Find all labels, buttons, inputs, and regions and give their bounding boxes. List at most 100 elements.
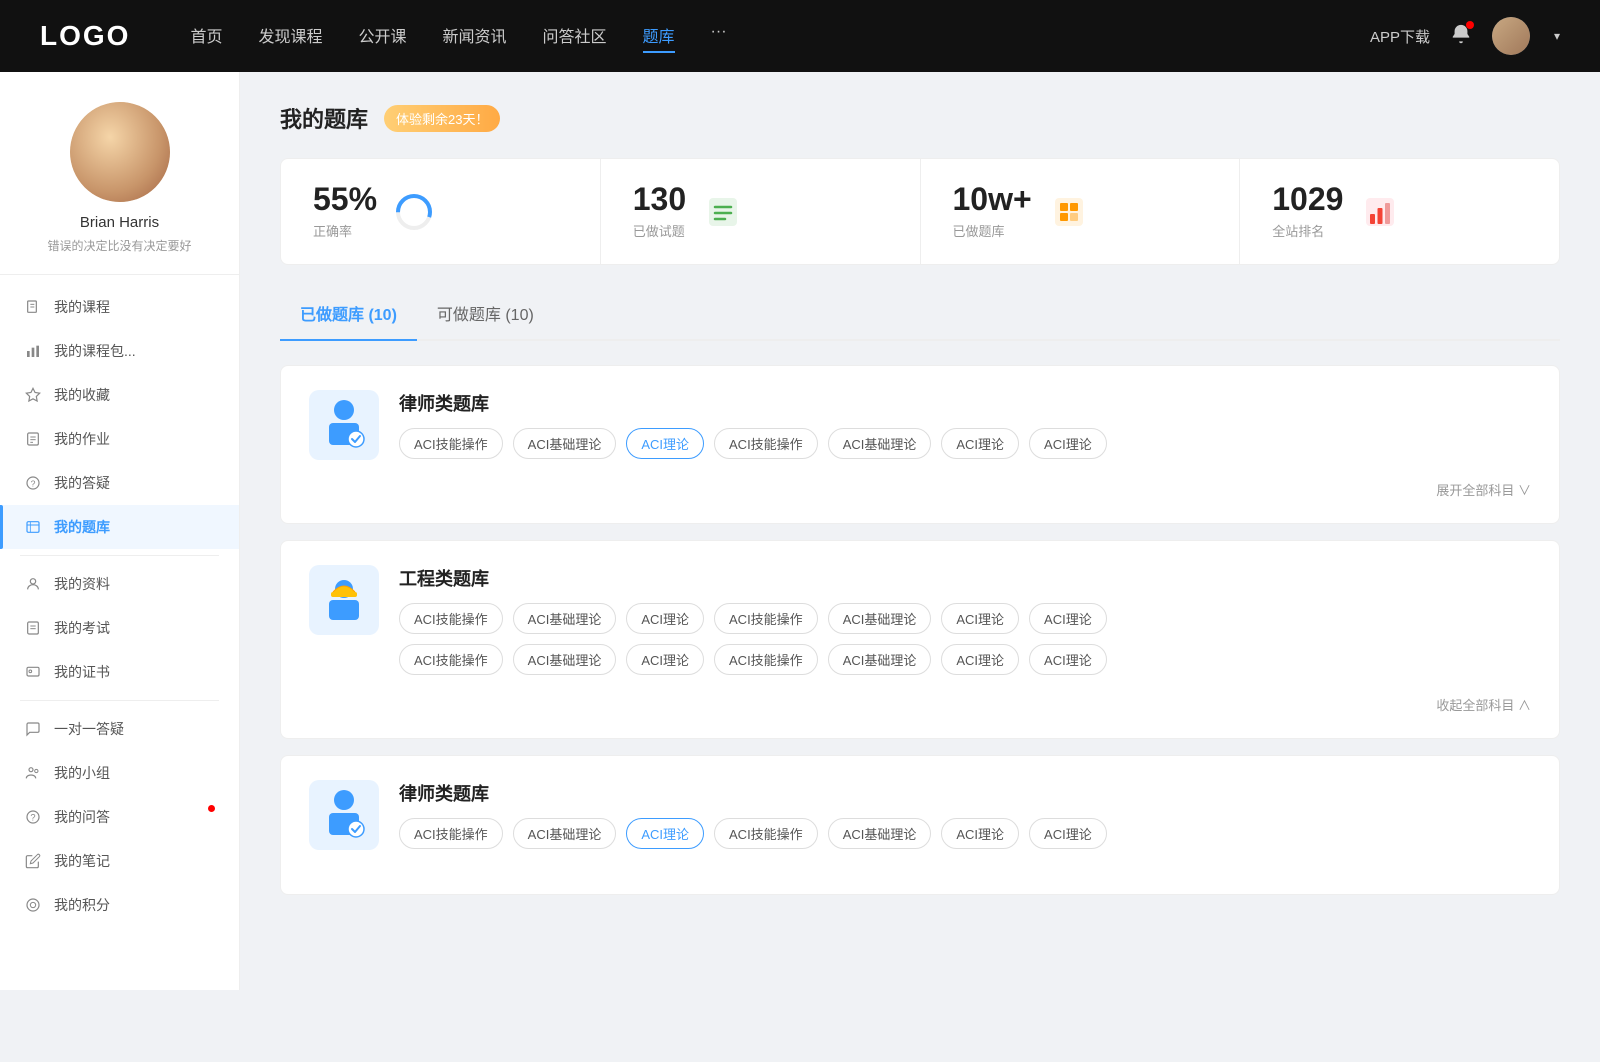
tag-e-r2-6[interactable]: ACI理论 — [1029, 644, 1107, 675]
sidebar-item-favorites[interactable]: 我的收藏 — [0, 373, 239, 417]
nav-discover[interactable]: 发现课程 — [258, 19, 322, 53]
chart-icon — [24, 342, 42, 360]
collapse-link-engineer[interactable]: 收起全部科目 ∧ — [309, 695, 1531, 714]
tag-l1-3[interactable]: ACI技能操作 — [714, 428, 818, 459]
user-avatar[interactable] — [1492, 17, 1530, 55]
bar-icon-wrap — [1359, 191, 1401, 233]
app-download-button[interactable]: APP下载 — [1370, 26, 1430, 47]
lawyer-icon-1 — [309, 390, 379, 460]
tag-l2-4[interactable]: ACI基础理论 — [828, 818, 932, 849]
bank-card-lawyer-1: 律师类题库 ACI技能操作 ACI基础理论 ACI理论 ACI技能操作 ACI基… — [280, 365, 1560, 524]
tag-l1-1[interactable]: ACI基础理论 — [513, 428, 617, 459]
bank-card-lawyer-2-content: 律师类题库 ACI技能操作 ACI基础理论 ACI理论 ACI技能操作 ACI基… — [399, 780, 1531, 849]
sidebar-label-exam: 我的考试 — [54, 618, 110, 638]
lawyer-icon-2 — [309, 780, 379, 850]
sidebar-label-1on1: 一对一答疑 — [54, 719, 124, 739]
bank-tags-engineer-row1: ACI技能操作 ACI基础理论 ACI理论 ACI技能操作 ACI基础理论 AC… — [399, 603, 1531, 634]
sidebar-item-courses[interactable]: 我的课程 — [0, 285, 239, 329]
bank-card-engineer-content: 工程类题库 ACI技能操作 ACI基础理论 ACI理论 ACI技能操作 ACI基… — [399, 565, 1531, 675]
tag-e-r2-2[interactable]: ACI理论 — [626, 644, 704, 675]
sidebar-item-questions[interactable]: ? 我的答疑 — [0, 461, 239, 505]
tab-available-banks[interactable]: 可做题库 (10) — [417, 293, 554, 339]
user-menu-chevron[interactable]: ▾ — [1554, 29, 1560, 43]
nav-more[interactable]: ··· — [711, 19, 727, 53]
qa-icon: ? — [24, 808, 42, 826]
stat-done-q-text: 130 已做试题 — [633, 183, 686, 240]
sidebar-item-exam[interactable]: 我的考试 — [0, 606, 239, 650]
expand-link-lawyer-1[interactable]: 展开全部科目 ∨ — [309, 480, 1531, 499]
tag-e-r1-0[interactable]: ACI技能操作 — [399, 603, 503, 634]
stat-done-b-label: 已做题库 — [953, 221, 1032, 240]
tag-l2-1[interactable]: ACI基础理论 — [513, 818, 617, 849]
tag-e-r1-5[interactable]: ACI理论 — [941, 603, 1019, 634]
tag-l1-4[interactable]: ACI基础理论 — [828, 428, 932, 459]
navbar: LOGO 首页 发现课程 公开课 新闻资讯 问答社区 题库 ··· APP下载 … — [0, 0, 1600, 72]
tag-l1-6[interactable]: ACI理论 — [1029, 428, 1107, 459]
tag-e-r1-2[interactable]: ACI理论 — [626, 603, 704, 634]
qa-badge-dot — [208, 805, 215, 812]
nav-bank[interactable]: 题库 — [643, 19, 675, 53]
avatar-image — [70, 102, 170, 202]
sidebar-label-points: 我的积分 — [54, 895, 110, 915]
tag-l2-5[interactable]: ACI理论 — [941, 818, 1019, 849]
nav-qa[interactable]: 问答社区 — [543, 19, 607, 53]
cert-icon — [24, 663, 42, 681]
book-icon — [24, 298, 42, 316]
sidebar-item-notes[interactable]: 我的笔记 — [0, 839, 239, 883]
tag-l1-5[interactable]: ACI理论 — [941, 428, 1019, 459]
sidebar-item-myqa[interactable]: ? 我的问答 — [0, 795, 239, 839]
sidebar-item-bank[interactable]: 我的题库 — [0, 505, 239, 549]
bank-icon — [24, 518, 42, 536]
profile-avatar[interactable] — [70, 102, 170, 202]
bank-card-lawyer-2-header: 律师类题库 ACI技能操作 ACI基础理论 ACI理论 ACI技能操作 ACI基… — [309, 780, 1531, 850]
logo[interactable]: LOGO — [40, 20, 130, 52]
question-icon: ? — [24, 474, 42, 492]
sidebar-item-profile[interactable]: 我的资料 — [0, 562, 239, 606]
tab-done-banks[interactable]: 已做题库 (10) — [280, 293, 417, 339]
tag-l2-0[interactable]: ACI技能操作 — [399, 818, 503, 849]
sidebar-item-coursepack[interactable]: 我的课程包... — [0, 329, 239, 373]
sidebar-item-cert[interactable]: 我的证书 — [0, 650, 239, 694]
tag-e-r2-1[interactable]: ACI基础理论 — [513, 644, 617, 675]
tag-l2-3[interactable]: ACI技能操作 — [714, 818, 818, 849]
avatar-image — [1492, 17, 1530, 55]
sidebar-label-group: 我的小组 — [54, 763, 110, 783]
sidebar-item-points[interactable]: 我的积分 — [0, 883, 239, 927]
tag-e-r2-3[interactable]: ACI技能操作 — [714, 644, 818, 675]
nav-opencourse[interactable]: 公开课 — [358, 19, 406, 53]
tag-l2-6[interactable]: ACI理论 — [1029, 818, 1107, 849]
nav-news[interactable]: 新闻资讯 — [443, 19, 507, 53]
tag-l1-0[interactable]: ACI技能操作 — [399, 428, 503, 459]
stat-accuracy-number: 55% — [313, 183, 377, 215]
navbar-right: APP下载 ▾ — [1370, 17, 1560, 55]
stat-done-q-number: 130 — [633, 183, 686, 215]
stat-done-b-text: 10w+ 已做题库 — [953, 183, 1032, 240]
page-header: 我的题库 体验剩余23天！ — [280, 102, 1560, 134]
group-icon — [24, 764, 42, 782]
sidebar-item-homework[interactable]: 我的作业 — [0, 417, 239, 461]
stat-rank: 1029 全站排名 — [1240, 159, 1559, 264]
notification-bell[interactable] — [1450, 23, 1472, 50]
stat-done-q-label: 已做试题 — [633, 221, 686, 240]
sidebar-label-favorites: 我的收藏 — [54, 385, 110, 405]
tag-e-r2-4[interactable]: ACI基础理论 — [828, 644, 932, 675]
tag-e-r1-1[interactable]: ACI基础理论 — [513, 603, 617, 634]
engineer-figure — [319, 572, 369, 628]
stats-row: 55% 正确率 130 已做试题 — [280, 158, 1560, 265]
chat-icon — [24, 720, 42, 738]
profile-motto: 错误的决定比没有决定要好 — [47, 237, 191, 254]
bank-card-engineer: 工程类题库 ACI技能操作 ACI基础理论 ACI理论 ACI技能操作 ACI基… — [280, 540, 1560, 739]
sidebar-item-group[interactable]: 我的小组 — [0, 751, 239, 795]
sidebar-menu: 我的课程 我的课程包... 我的收藏 我的作业 — [0, 285, 239, 937]
grid-icon — [1051, 194, 1087, 230]
tag-e-r2-0[interactable]: ACI技能操作 — [399, 644, 503, 675]
tag-e-r1-6[interactable]: ACI理论 — [1029, 603, 1107, 634]
tag-e-r1-4[interactable]: ACI基础理论 — [828, 603, 932, 634]
tag-l2-2[interactable]: ACI理论 — [626, 818, 704, 849]
sidebar-item-1on1[interactable]: 一对一答疑 — [0, 707, 239, 751]
nav-home[interactable]: 首页 — [190, 19, 222, 53]
tag-e-r2-5[interactable]: ACI理论 — [941, 644, 1019, 675]
tag-l1-2[interactable]: ACI理论 — [626, 428, 704, 459]
profile-name: Brian Harris — [80, 214, 159, 231]
tag-e-r1-3[interactable]: ACI技能操作 — [714, 603, 818, 634]
